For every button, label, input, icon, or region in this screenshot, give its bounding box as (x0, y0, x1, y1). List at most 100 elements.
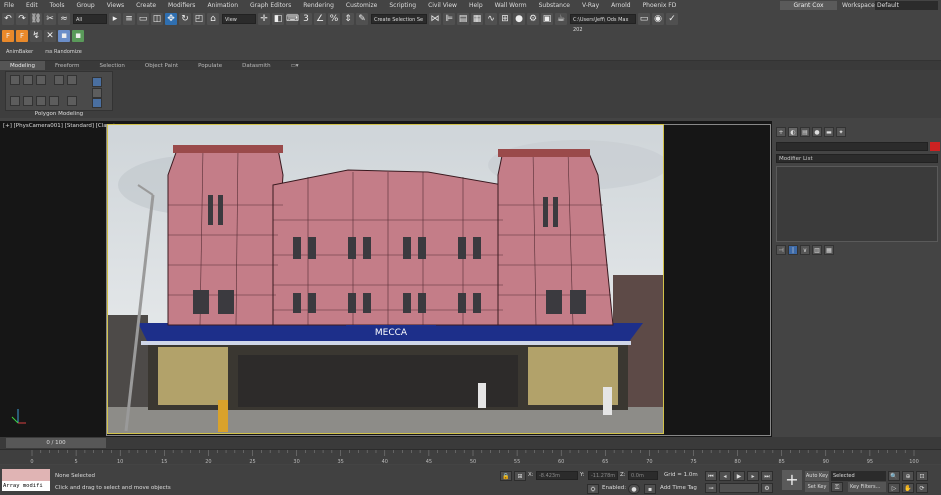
x-coordinate-field[interactable]: -8.423m (536, 471, 578, 480)
reference-coordinate-dropdown[interactable]: View (222, 14, 256, 24)
modifier-stack[interactable] (776, 166, 938, 242)
workspace-dropdown[interactable]: Default (875, 1, 938, 10)
rendered-frame-window-icon[interactable]: ▣ (541, 13, 553, 25)
tab-freeform[interactable]: Freeform (45, 61, 90, 71)
enabled-toggle[interactable]: ● (628, 484, 640, 494)
play-icon[interactable]: ▶ (733, 471, 745, 481)
ribbon-options-icon[interactable]: ▭▾ (281, 61, 309, 71)
pin-stack-icon[interactable]: ⊣ (776, 245, 786, 255)
snaps-toggle-icon[interactable]: 3 (300, 13, 312, 25)
menu-animation[interactable]: Animation (207, 2, 238, 9)
f-icon[interactable]: F (16, 30, 28, 42)
menu-rendering[interactable]: Rendering (303, 2, 334, 9)
spinner-snap-icon[interactable]: ⇕ (342, 13, 354, 25)
select-manipulate-icon[interactable]: ◧ (272, 13, 284, 25)
show-end-result-icon[interactable]: | (788, 245, 798, 255)
menu-views[interactable]: Views (107, 2, 124, 9)
tab-object-paint[interactable]: Object Paint (135, 61, 188, 71)
zoom-icon[interactable]: 🔍 (888, 471, 900, 481)
script-icon[interactable]: ↯ (30, 30, 42, 42)
anim-baker-button[interactable]: AnimBaker (6, 49, 33, 55)
maxscript-listener[interactable] (2, 469, 50, 481)
current-frame-field[interactable] (719, 483, 759, 493)
key-selection-dropdown[interactable]: Selected (831, 471, 886, 481)
menu-wall-worm[interactable]: Wall Worm (495, 2, 527, 9)
tab-populate[interactable]: Populate (188, 61, 232, 71)
key-mode-icon[interactable]: ⊸ (705, 483, 717, 493)
percent-snap-icon[interactable]: % (328, 13, 340, 25)
time-slider-bar[interactable] (0, 437, 941, 449)
named-selection-set-dropdown[interactable]: Create Selection Se (371, 14, 427, 24)
randomize-button[interactable]: rss Randomize (45, 49, 82, 55)
time-slider[interactable]: 0 / 100 (6, 438, 106, 448)
menu-scripting[interactable]: Scripting (389, 2, 416, 9)
menu-customize[interactable]: Customize (346, 2, 378, 9)
orbit-icon[interactable]: ⟳ (916, 483, 928, 493)
scene-explorer-icon[interactable]: ▦ (471, 13, 483, 25)
project-path-dropdown[interactable]: C:\Users\Jeff\ Ods Max 202 (570, 14, 636, 33)
bind-space-warp-icon[interactable]: ≈ (58, 13, 70, 25)
next-frame-icon[interactable]: ▸ (747, 471, 759, 481)
select-object-icon[interactable]: ▸ (109, 13, 121, 25)
edge-mode-icon[interactable] (23, 75, 33, 85)
rect-selection-icon[interactable]: ▭ (137, 13, 149, 25)
menu-graph-editors[interactable]: Graph Editors (250, 2, 291, 9)
lock-selection-icon[interactable]: 🔒 (500, 471, 512, 481)
select-scale-icon[interactable]: ◰ (193, 13, 205, 25)
zoom-all-icon[interactable]: ⊕ (902, 471, 914, 481)
use-displacement-icon[interactable] (23, 96, 33, 106)
menu-help[interactable]: Help (469, 2, 483, 9)
menu-edit[interactable]: Edit (26, 2, 38, 9)
set-key-button[interactable]: Set Key (805, 482, 829, 492)
go-to-start-icon[interactable]: ⏮ (705, 471, 717, 481)
display-icon[interactable]: ▬ (824, 127, 834, 137)
wrench-icon[interactable]: ✕ (44, 30, 56, 42)
undo-icon[interactable]: ↶ (2, 13, 14, 25)
border-mode-icon[interactable] (36, 75, 46, 85)
pan-view-icon[interactable]: ✋ (902, 483, 914, 493)
make-unique-icon[interactable]: ∨ (800, 245, 810, 255)
configure-sets-icon[interactable]: ▦ (824, 245, 834, 255)
render-setup-icon[interactable]: ⚙ (527, 13, 539, 25)
user-account-button[interactable]: Grant Cox (780, 1, 837, 10)
modify-mode-icon[interactable] (10, 96, 20, 106)
material-editor-icon[interactable]: ● (513, 13, 525, 25)
edit-named-selection-icon[interactable]: ✎ (356, 13, 368, 25)
modifier-list-dropdown[interactable]: Modifier List (776, 154, 938, 163)
polygon-mode-icon[interactable] (54, 75, 64, 85)
time-tag-icon[interactable]: ▪ (644, 484, 656, 494)
curve-editor-icon[interactable]: ∿ (485, 13, 497, 25)
preserve-uvs-icon[interactable] (92, 77, 102, 87)
time-configuration-icon[interactable]: ⚙ (761, 483, 773, 493)
z-coordinate-field[interactable]: 0.0m (628, 471, 658, 480)
mirror-icon[interactable]: ⋈ (429, 13, 441, 25)
cube-icon[interactable]: ▪ (58, 30, 70, 42)
menu-civil-view[interactable]: Civil View (428, 2, 457, 9)
tab-modeling[interactable]: Modeling (0, 60, 46, 71)
menu-file[interactable]: File (4, 2, 14, 9)
menu-modifiers[interactable]: Modifiers (168, 2, 195, 9)
field-of-view-icon[interactable]: ▷ (888, 483, 900, 493)
render-production-icon[interactable]: ☕ (555, 13, 567, 25)
modify-icon[interactable]: ◐ (788, 127, 798, 137)
object-color-swatch[interactable] (930, 142, 940, 151)
element-mode-icon[interactable] (67, 75, 77, 85)
project-folder-icon[interactable]: ▭ (638, 13, 650, 25)
set-keys-icon[interactable]: + (782, 470, 802, 490)
track-bar[interactable]: 0 5 10 15 20 25 30 35 40 45 50 55 60 65 70 75 80 85 90 95 10… (0, 449, 941, 465)
check-icon[interactable]: ✓ (666, 13, 678, 25)
tab-datasmith[interactable]: Datasmith (232, 61, 281, 71)
stack-level-icon[interactable] (92, 98, 102, 108)
menu-substance[interactable]: Substance (539, 2, 570, 9)
camera-viewport[interactable]: MECCA (107, 124, 664, 434)
create-icon[interactable]: + (776, 127, 786, 137)
vertex-mode-icon[interactable] (10, 75, 20, 85)
select-by-name-icon[interactable]: ≡ (123, 13, 135, 25)
redo-icon[interactable]: ↷ (16, 13, 28, 25)
viewport-label[interactable]: [+] [PhysCamera001] [Standard] [Clay + (3, 123, 116, 129)
utilities-icon[interactable]: ✦ (836, 127, 846, 137)
select-move-icon[interactable]: ✥ (165, 13, 177, 25)
selection-filter-dropdown[interactable]: All (73, 14, 107, 24)
menu-arnold[interactable]: Arnold (611, 2, 630, 9)
adaptive-degradation-icon[interactable]: ⛭ (587, 484, 599, 494)
